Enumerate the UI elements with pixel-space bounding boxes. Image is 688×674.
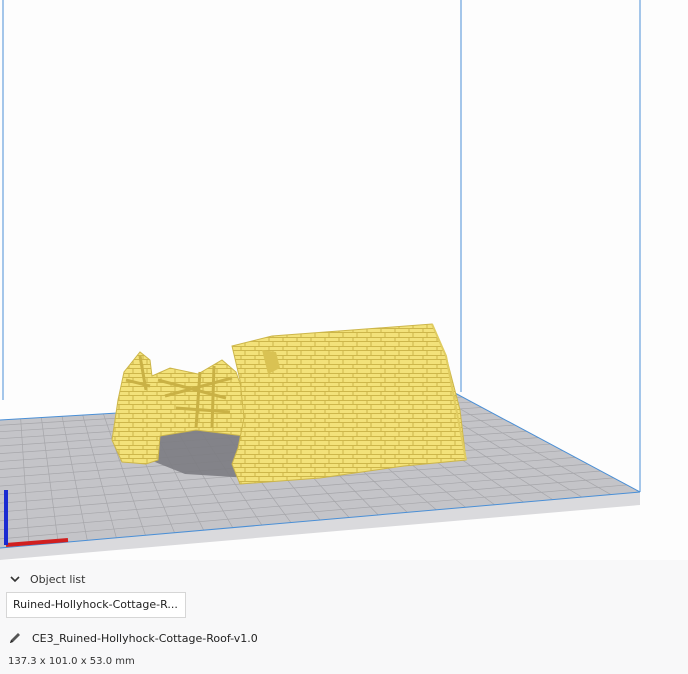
chevron-down-icon[interactable]	[8, 572, 22, 586]
model-filename: CE3_Ruined-Hollyhock-Cottage-Roof-v1.0	[32, 631, 258, 645]
scene-canvas[interactable]	[0, 0, 688, 560]
model-file-row: CE3_Ruined-Hollyhock-Cottage-Roof-v1.0	[8, 631, 258, 645]
pencil-icon[interactable]	[8, 631, 22, 645]
object-list-toggle[interactable]: Object list	[8, 572, 85, 586]
object-list-item[interactable]: Ruined-Hollyhock-Cottage-R...	[6, 592, 186, 618]
model-dimensions: 137.3 x 101.0 x 53.0 mm	[8, 656, 135, 667]
object-list-panel: Object list Ruined-Hollyhock-Cottage-R..…	[0, 560, 688, 674]
3d-viewport[interactable]	[0, 0, 688, 560]
object-list-title: Object list	[30, 572, 86, 586]
model-roof[interactable]	[231, 323, 467, 485]
